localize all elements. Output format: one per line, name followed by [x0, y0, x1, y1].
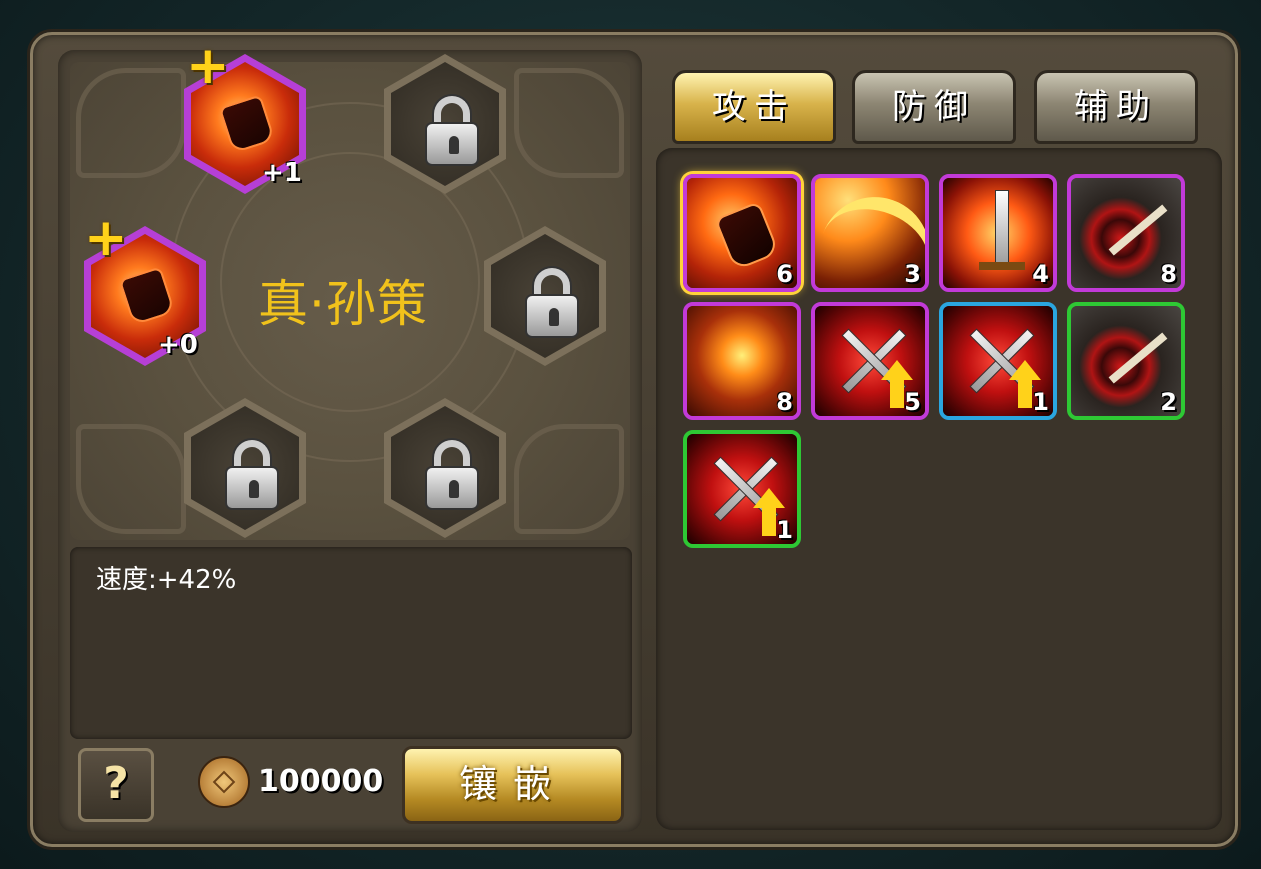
item-count: 2	[1160, 388, 1177, 416]
item-count: 1	[1032, 388, 1049, 416]
gem-item[interactable]: 8	[683, 302, 801, 420]
fire-gem-icon	[118, 266, 176, 326]
gem-item[interactable]: 2	[1067, 302, 1185, 420]
flaming-sword-icon	[995, 190, 1009, 266]
item-count: 1	[776, 516, 793, 544]
tab-support[interactable]: 辅助	[1034, 70, 1198, 144]
corner-ornament	[76, 68, 186, 178]
item-count: 8	[1160, 260, 1177, 288]
item-count: 3	[904, 260, 921, 288]
lock-icon	[225, 440, 279, 510]
item-count: 6	[776, 260, 793, 288]
coin-icon	[198, 756, 250, 808]
item-count: 4	[1032, 260, 1049, 288]
corner-ornament	[514, 68, 624, 178]
lock-icon	[425, 440, 479, 510]
add-gem-icon[interactable]: +	[84, 212, 128, 264]
item-count: 8	[776, 388, 793, 416]
socket-level: +1	[262, 158, 302, 188]
embed-button[interactable]: 镶嵌	[402, 746, 624, 824]
tab-attack[interactable]: 攻击	[672, 70, 836, 144]
stats-box: 速度:+42%	[70, 547, 632, 739]
item-count: 5	[904, 388, 921, 416]
lock-icon	[525, 268, 579, 338]
tab-defense[interactable]: 防御	[852, 70, 1016, 144]
stat-line: 速度:+42%	[96, 565, 237, 595]
gem-item[interactable]: 8	[1067, 174, 1185, 292]
gem-item[interactable]: 4	[939, 174, 1057, 292]
gem-item[interactable]: 1	[683, 430, 801, 548]
add-gem-icon[interactable]: +	[186, 40, 230, 92]
hero-name: 真·孙策	[258, 275, 428, 333]
lock-icon	[425, 96, 479, 166]
corner-ornament	[76, 424, 186, 534]
gem-item[interactable]: 3	[811, 174, 929, 292]
fire-gem-icon	[218, 94, 276, 154]
gem-item[interactable]: 5	[811, 302, 929, 420]
gem-item[interactable]: 1	[939, 302, 1057, 420]
corner-ornament	[514, 424, 624, 534]
socket-level: +0	[158, 330, 198, 360]
gem-item[interactable]: 6	[683, 174, 801, 292]
help-button[interactable]: ?	[78, 748, 154, 822]
coin-cost: 100000	[258, 764, 384, 799]
